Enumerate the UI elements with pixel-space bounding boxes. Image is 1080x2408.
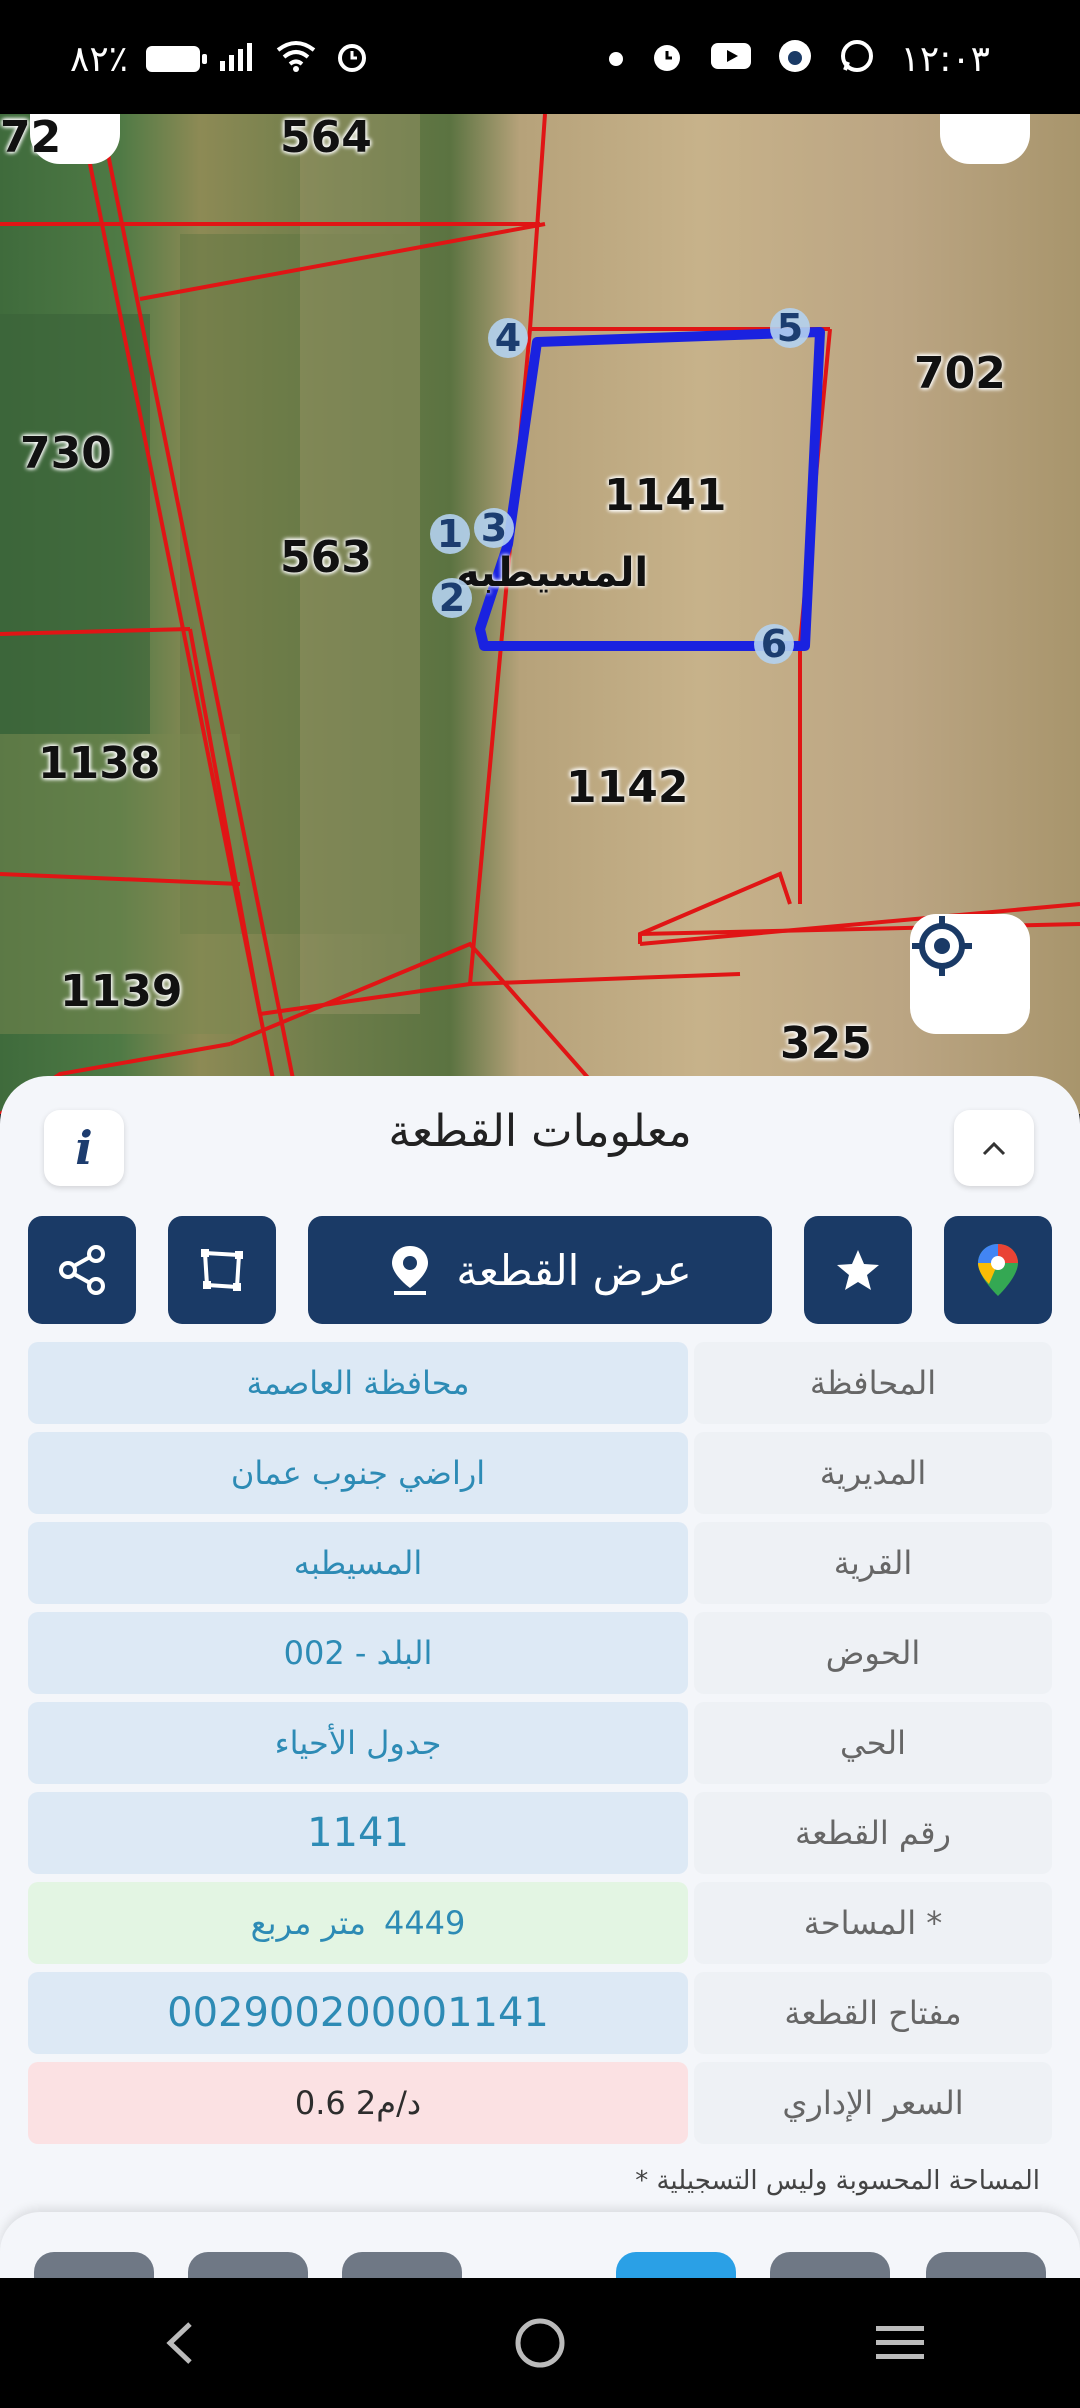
layers-button[interactable] [940, 114, 1030, 164]
view-parcel-label: عرض القطعة [456, 1245, 692, 1295]
row-value: 4449 متر مربع [28, 1882, 688, 1964]
vertex-marker[interactable]: 4 [488, 316, 528, 360]
collapse-button[interactable] [954, 1110, 1034, 1186]
village-label: المسيطبه [456, 550, 649, 596]
home-button[interactable] [480, 2303, 600, 2383]
table-row: اراضي جنوب عمان المديرية [28, 1432, 1052, 1514]
row-value: جدول الأحياء [28, 1702, 688, 1784]
table-row: 4449 متر مربع المساحة * [28, 1882, 1052, 1964]
table-row: البلد - 002 الحوض [28, 1612, 1052, 1694]
row-value: محافظة العاصمة [28, 1342, 688, 1424]
google-maps-icon [978, 1244, 1018, 1296]
row-value: 0.6 د/م2 [28, 2062, 688, 2144]
parcel-info-table: محافظة العاصمة المحافظة اراضي جنوب عمان … [28, 1342, 1052, 2152]
row-value: اراضي جنوب عمان [28, 1432, 688, 1514]
row-label: القرية [694, 1522, 1052, 1604]
vertex-marker[interactable]: 3 [474, 506, 514, 550]
battery-icon [146, 46, 208, 72]
parcel-label: 563 [280, 532, 372, 583]
table-row: جدول الأحياء الحي [28, 1702, 1052, 1784]
table-row: 002900200001141 مفتاح القطعة [28, 1972, 1052, 2054]
parcel-label: 702 [914, 348, 1006, 399]
youtube-icon [710, 41, 751, 77]
system-nav-bar [0, 2278, 1080, 2408]
row-value: المسيطبه [28, 1522, 688, 1604]
share-icon [59, 1245, 105, 1295]
parcel-label: 1139 [60, 966, 183, 1017]
row-label: المحافظة [694, 1342, 1052, 1424]
back-button[interactable] [120, 2303, 240, 2383]
home-icon [515, 2318, 565, 2368]
favorite-button[interactable] [804, 1216, 912, 1324]
status-left: ٨٢٪ [70, 38, 370, 80]
status-right: ١٢:٠٣ [608, 38, 990, 80]
parcel-label: 730 [20, 428, 112, 479]
row-value: 002900200001141 [28, 1972, 688, 2054]
table-row: محافظة العاصمة المحافظة [28, 1342, 1052, 1424]
bottom-toolbar [0, 2212, 1080, 2282]
row-label: المديرية [694, 1432, 1052, 1514]
parcel-label: 564 [280, 114, 372, 163]
table-row: 0.6 د/م2 السعر الإداري [28, 2062, 1052, 2144]
my-location-button[interactable] [910, 914, 1030, 1034]
parcel-label: 325 [780, 1018, 872, 1069]
google-maps-button[interactable] [944, 1216, 1052, 1324]
row-label: الحي [694, 1702, 1052, 1784]
area-unit: متر مربع [250, 1904, 366, 1942]
vertex-marker[interactable]: 6 [754, 622, 794, 666]
area-footnote: * المساحة المحسوبة وليس التسجيلية [635, 2166, 1040, 2196]
table-row: المسيطبه القرية [28, 1522, 1052, 1604]
parcel-info-panel: i معلومات القطعة عرض القطعة محافظة العاص… [0, 1076, 1080, 2276]
area-number: 4449 [383, 1904, 466, 1942]
parcel-label: 1141 [604, 470, 727, 521]
status-bar: ٨٢٪ ١٢:٠٣ [0, 0, 1080, 114]
row-label: مفتاح القطعة [694, 1972, 1052, 2054]
battery-percent: ٨٢٪ [70, 38, 129, 80]
back-icon [166, 2322, 192, 2364]
row-label: الحوض [694, 1612, 1052, 1694]
row-value: البلد - 002 [28, 1612, 688, 1694]
star-icon [837, 1250, 879, 1290]
location-pin-icon [392, 1246, 429, 1295]
row-label: المساحة * [694, 1882, 1052, 1964]
view-parcel-button[interactable]: عرض القطعة [308, 1216, 772, 1324]
app-icon [777, 38, 813, 80]
table-row: 1141 رقم القطعة [28, 1792, 1052, 1874]
vertex-marker[interactable]: 1 [430, 512, 470, 556]
whatsapp-icon [839, 38, 875, 80]
alarm-icon [649, 38, 685, 80]
vertex-marker[interactable]: 2 [432, 576, 472, 620]
polygon-icon [201, 1249, 243, 1291]
share-button[interactable] [28, 1216, 136, 1324]
row-label: رقم القطعة [694, 1792, 1052, 1874]
alarm-icon [334, 38, 370, 80]
row-label: السعر الإداري [694, 2062, 1052, 2144]
crosshair-icon [912, 916, 972, 976]
action-row: عرض القطعة [0, 1216, 1080, 1326]
map-view[interactable]: 564 72 702 730 1141 563 1138 1142 1139 3… [0, 114, 1080, 1114]
parcel-label: 1142 [566, 762, 689, 813]
menu-icon [876, 2326, 924, 2359]
vertex-marker[interactable]: 5 [770, 306, 810, 350]
polygon-button[interactable] [168, 1216, 276, 1324]
recents-button[interactable] [840, 2303, 960, 2383]
clock: ١٢:٠٣ [900, 38, 990, 80]
signal-icon [218, 41, 258, 77]
row-value: 1141 [28, 1792, 688, 1874]
parcel-label: 72 [0, 114, 62, 163]
panel-title: معلومات القطعة [388, 1106, 692, 1157]
dot-icon [608, 52, 623, 66]
parcel-label: 1138 [38, 738, 161, 789]
wifi-icon [276, 40, 316, 78]
chevron-up-icon [982, 1141, 1006, 1156]
